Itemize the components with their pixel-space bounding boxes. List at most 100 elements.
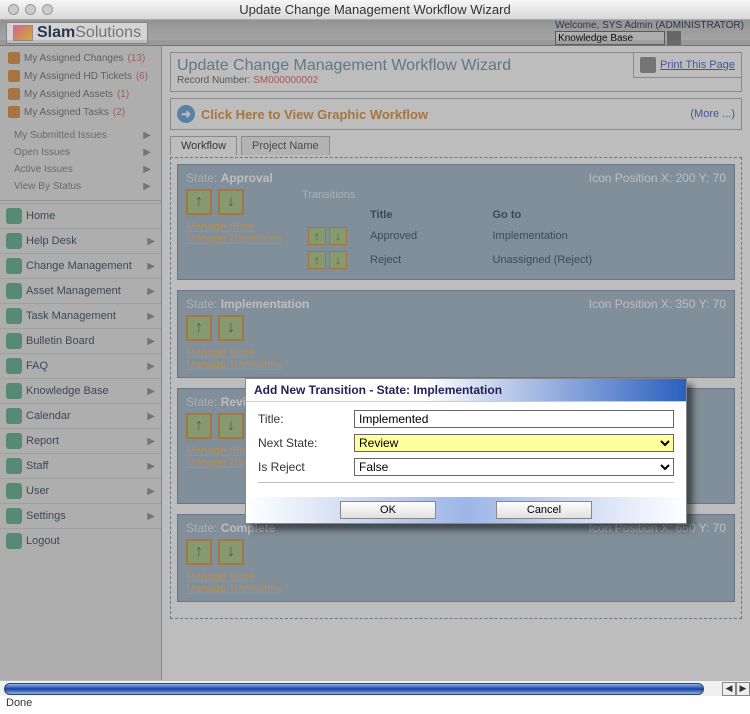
- ok-button[interactable]: OK: [340, 501, 436, 519]
- scroll-right-button[interactable]: ▶: [736, 682, 750, 696]
- sidebar-nav-item[interactable]: Knowledge Base▶: [0, 378, 161, 403]
- state-down-button[interactable]: ↓: [218, 539, 244, 565]
- move-down-icon[interactable]: ↓: [329, 227, 347, 245]
- view-graphic-workflow-link[interactable]: Click Here to View Graphic Workflow: [201, 107, 428, 122]
- page-header: Update Change Management Workflow Wizard…: [170, 52, 742, 92]
- state-down-button[interactable]: ↓: [218, 315, 244, 341]
- sidebar-nav-item[interactable]: User ▶: [0, 478, 161, 503]
- folder-icon: [8, 106, 20, 118]
- sidebar-nav-item[interactable]: Bulletin Board▶: [0, 328, 161, 353]
- chevron-right-icon: ▶: [143, 164, 151, 175]
- sidebar-assigned-item[interactable]: My Assigned Assets(1): [4, 85, 157, 103]
- chevron-right-icon: ▶: [143, 147, 151, 158]
- sidebar-nav-item[interactable]: Task Management ▶: [0, 303, 161, 328]
- chevron-right-icon: ▶: [147, 436, 155, 447]
- sidebar-item-label: Open Issues: [14, 147, 70, 158]
- sidebar-quick-link[interactable]: My Submitted Issues▶: [4, 127, 157, 144]
- is-reject-select[interactable]: False: [354, 458, 674, 476]
- manage-transitions-link[interactable]: Manage Transitions: [186, 233, 282, 245]
- manage-state-link[interactable]: Manage State: [186, 347, 282, 359]
- field-label-is-reject: Is Reject: [258, 460, 346, 474]
- kb-search-input[interactable]: [555, 31, 665, 45]
- chevron-right-icon: ▶: [147, 286, 155, 297]
- move-up-icon[interactable]: ↑: [308, 227, 326, 245]
- nav-icon: [6, 483, 22, 499]
- sidebar-item-label: Report: [26, 435, 59, 447]
- sidebar-nav-item[interactable]: Report ▶: [0, 428, 161, 453]
- nav-icon: [6, 333, 22, 349]
- sidebar-item-label: Staff: [26, 460, 48, 472]
- chevron-right-icon: ▶: [147, 361, 155, 372]
- add-transition-dialog: Add New Transition - State: Implementati…: [245, 378, 687, 524]
- sidebar-item-label: User: [26, 485, 49, 497]
- chevron-right-icon: ▶: [147, 236, 155, 247]
- sidebar-assigned-item[interactable]: My Assigned Changes(13): [4, 49, 157, 67]
- sidebar-item-label: Settings: [26, 510, 66, 522]
- brand-name: SlamSolutions: [37, 24, 141, 42]
- transition-row: ↑ ↓ApprovedImplementation: [304, 225, 724, 247]
- record-line: Record Number: SM000000002: [177, 75, 735, 86]
- page-title: Update Change Management Workflow Wizard: [177, 57, 735, 75]
- state-up-button[interactable]: ↑: [186, 315, 212, 341]
- tab-workflow[interactable]: Workflow: [170, 136, 237, 155]
- title-input[interactable]: [354, 410, 674, 428]
- sidebar-nav-item[interactable]: Change Management▶: [0, 253, 161, 278]
- sidebar-quick-link[interactable]: Active Issues ▶: [4, 161, 157, 178]
- state-up-button[interactable]: ↑: [186, 189, 212, 215]
- state-down-button[interactable]: ↓: [218, 413, 244, 439]
- move-down-icon[interactable]: ↓: [329, 251, 347, 269]
- state-block: State: ImplementationIcon Position X: 35…: [177, 290, 735, 378]
- sidebar-item-label: Task Management: [26, 310, 116, 322]
- sidebar-nav-item[interactable]: FAQ▶: [0, 353, 161, 378]
- field-label-title: Title:: [258, 412, 346, 426]
- status-bar: Done: [0, 696, 750, 712]
- move-up-icon[interactable]: ↑: [308, 251, 326, 269]
- sidebar-nav-item[interactable]: Settings▶: [0, 503, 161, 528]
- sidebar-nav-item[interactable]: Staff▶: [0, 453, 161, 478]
- sidebar-nav-item[interactable]: Help Desk▶: [0, 228, 161, 253]
- tab-project-name[interactable]: Project Name: [241, 136, 330, 155]
- state-block: State: CompleteIcon Position X: 650 Y: 7…: [177, 514, 735, 602]
- chevron-right-icon: ▶: [147, 486, 155, 497]
- cancel-button[interactable]: Cancel: [496, 501, 592, 519]
- more-link[interactable]: (More ...): [690, 108, 735, 120]
- arrow-circle-icon: ➜: [177, 105, 195, 123]
- sidebar-item-label: Active Issues: [14, 164, 73, 175]
- search-icon[interactable]: [667, 31, 681, 45]
- state-up-button[interactable]: ↑: [186, 539, 212, 565]
- scrollbar-thumb[interactable]: [4, 683, 704, 695]
- sidebar-nav-item[interactable]: Logout: [0, 528, 161, 553]
- sidebar-quick-link[interactable]: Open Issues ▶: [4, 144, 157, 161]
- sidebar-item-count: (13): [128, 53, 146, 64]
- transition-row: ↑ ↓RejectUnassigned (Reject): [304, 249, 724, 271]
- manage-transitions-link[interactable]: Manage Transitions: [186, 359, 282, 371]
- nav-icon: [6, 233, 22, 249]
- sidebar-assigned-item[interactable]: My Assigned Tasks(2): [4, 103, 157, 121]
- sidebar-item-label: My Assigned Tasks: [24, 107, 109, 118]
- chevron-right-icon: ▶: [147, 311, 155, 322]
- sidebar-nav-item[interactable]: Home: [0, 203, 161, 228]
- next-state-select[interactable]: Review: [354, 434, 674, 452]
- sidebar-nav-item[interactable]: Asset Management▶: [0, 278, 161, 303]
- welcome-text: Welcome, SYS Admin (ADMINISTRATOR): [555, 20, 744, 31]
- sidebar-item-label: Calendar: [26, 410, 71, 422]
- chevron-right-icon: ▶: [147, 261, 155, 272]
- icon-position: Icon Position X: 200 Y: 70: [589, 171, 726, 185]
- main-panel: Print This Page Update Change Management…: [162, 46, 750, 680]
- sidebar-item-label: Bulletin Board: [26, 335, 95, 347]
- nav-icon: [6, 458, 22, 474]
- sidebar-quick-link[interactable]: View By Status▶: [4, 178, 157, 195]
- window-titlebar: Update Change Management Workflow Wizard: [0, 0, 750, 20]
- transition-title: Approved: [366, 225, 487, 247]
- manage-state-link[interactable]: Manage State: [186, 571, 282, 583]
- state-down-button[interactable]: ↓: [218, 189, 244, 215]
- state-up-button[interactable]: ↑: [186, 413, 212, 439]
- sidebar-nav-item[interactable]: Calendar▶: [0, 403, 161, 428]
- nav-icon: [6, 383, 22, 399]
- horizontal-scrollbar[interactable]: ◀ ▶: [0, 680, 750, 696]
- folder-icon: [8, 70, 20, 82]
- sidebar-assigned-item[interactable]: My Assigned HD Tickets(6): [4, 67, 157, 85]
- manage-transitions-link[interactable]: Manage Transitions: [186, 583, 282, 595]
- scroll-left-button[interactable]: ◀: [722, 682, 736, 696]
- manage-state-link[interactable]: Manage State: [186, 221, 282, 233]
